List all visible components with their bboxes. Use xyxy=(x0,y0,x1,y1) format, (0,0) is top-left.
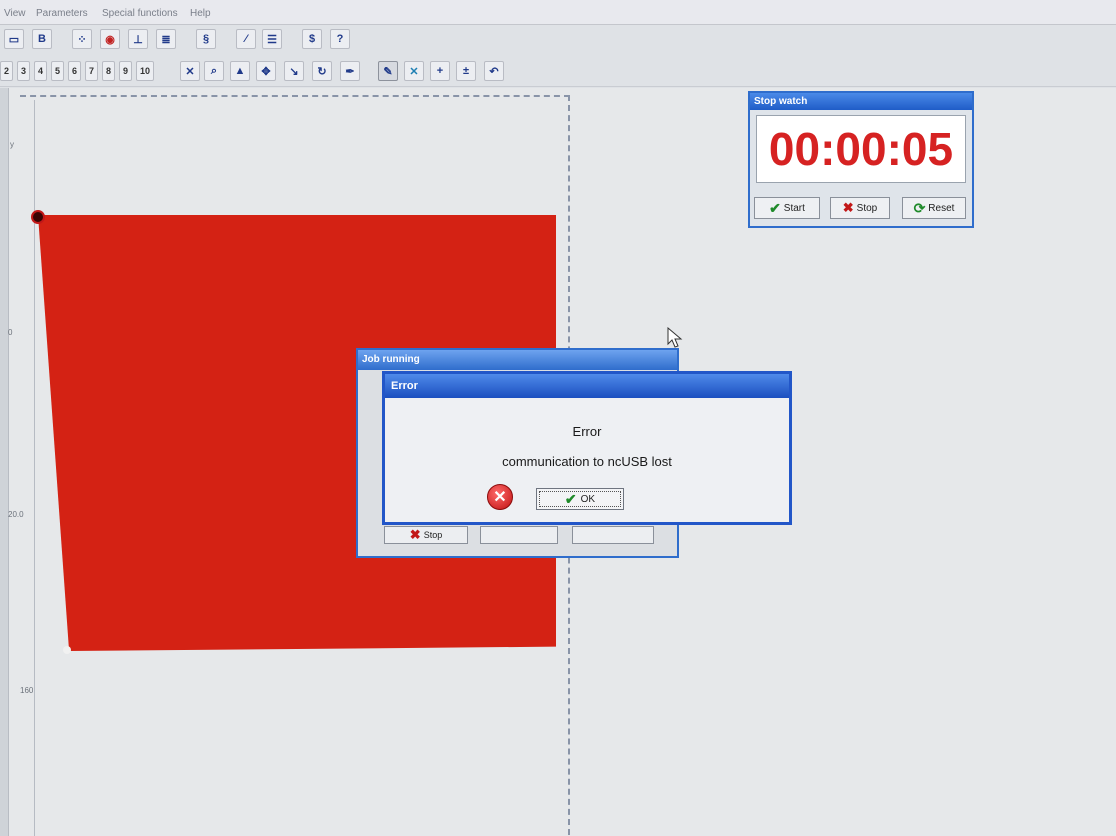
ok-button[interactable]: ✔ OK xyxy=(536,488,624,510)
menu-view[interactable]: View xyxy=(4,8,26,19)
start-label: Start xyxy=(783,202,805,214)
checkmark-icon: ✔ xyxy=(769,199,781,216)
ruler-label-0: 0 xyxy=(8,328,13,337)
reset-label: Reset xyxy=(928,202,955,214)
stopwatch-time: 00:00:05 xyxy=(756,115,966,183)
help-icon[interactable]: ? xyxy=(330,29,350,49)
job-running-title: Job running xyxy=(358,350,677,370)
job-button-3[interactable] xyxy=(572,526,654,544)
ok-checkmark-icon: ✔ xyxy=(564,490,577,507)
bold-b-icon[interactable]: B xyxy=(32,29,52,49)
error-dialog-title: Error xyxy=(385,374,789,398)
tool-s-icon[interactable]: § xyxy=(196,29,216,49)
menu-parameters[interactable]: Parameters xyxy=(36,8,88,19)
job-stop-label: Stop xyxy=(423,530,443,540)
rotate-icon[interactable]: ↻ xyxy=(312,61,332,81)
menu-bar: View Parameters Special functions Help xyxy=(0,0,1116,25)
start-point-marker[interactable] xyxy=(31,210,45,224)
wand-icon[interactable]: ⁄ xyxy=(236,29,256,49)
ruler-label-y: y xyxy=(10,140,14,149)
pin-icon[interactable]: ⊥ xyxy=(128,29,148,49)
stopwatch-start-button[interactable]: ✔ Start xyxy=(754,197,820,219)
error-message: communication to ncUSB lost xyxy=(502,454,672,469)
secondary-toolbar: 2 3 4 5 6 7 8 9 10 ✕ ⌕ ▲ ✥ ↘ ↻ ✒ ✎ ✕ + ±… xyxy=(0,58,1116,87)
stopwatch-stop-button[interactable]: ✖ Stop xyxy=(830,197,890,219)
corner-node[interactable] xyxy=(63,646,71,654)
error-dialog: Error Error communication to ncUSB lost … xyxy=(382,371,792,525)
pen-8-button[interactable]: 8 xyxy=(102,61,115,81)
pen-5-button[interactable]: 5 xyxy=(51,61,64,81)
stop-x-icon: ✖ xyxy=(842,200,854,215)
pen-10-button[interactable]: 10 xyxy=(136,61,154,81)
ok-label: OK xyxy=(580,493,596,505)
zoom-icon[interactable]: ⌕ xyxy=(204,61,224,81)
list-icon[interactable]: ☰ xyxy=(262,29,282,49)
move-up-icon[interactable]: ▲ xyxy=(230,61,250,81)
stopwatch-reset-button[interactable]: ⟳ Reset xyxy=(902,197,966,219)
open-file-icon[interactable]: ▭ xyxy=(4,29,24,49)
undo-icon[interactable]: ↶ xyxy=(484,61,504,81)
pen-6-button[interactable]: 6 xyxy=(68,61,81,81)
vertical-ruler xyxy=(0,88,9,836)
job-stop-x-icon: ✖ xyxy=(409,527,421,542)
job-stop-button[interactable]: ✖ Stop xyxy=(384,526,468,544)
color-wheel-icon[interactable]: ◉ xyxy=(100,29,120,49)
pen-tool-icon[interactable]: ✒ xyxy=(340,61,360,81)
stopwatch-title: Stop watch xyxy=(750,93,972,110)
mouse-cursor-icon xyxy=(667,327,683,348)
job-button-2[interactable] xyxy=(480,526,558,544)
dollar-tool-icon[interactable]: $ xyxy=(302,29,322,49)
stopwatch-window: Stop watch 00:00:05 ✔ Start ✖ Stop ⟳ Res… xyxy=(748,91,974,228)
pen-2-button[interactable]: 2 xyxy=(0,61,13,81)
pen-7-button[interactable]: 7 xyxy=(85,61,98,81)
reset-arrows-icon: ⟳ xyxy=(913,199,926,216)
menu-special-functions[interactable]: Special functions xyxy=(102,8,178,19)
add-segment-icon[interactable]: ± xyxy=(456,61,476,81)
line-tool-icon[interactable]: ↘ xyxy=(284,61,304,81)
move-all-icon[interactable]: ✥ xyxy=(256,61,276,81)
stop-label: Stop xyxy=(856,202,878,214)
menu-help[interactable]: Help xyxy=(190,8,211,19)
draw-mode-icon[interactable]: ✎ xyxy=(378,61,398,81)
pen-3-button[interactable]: 3 xyxy=(17,61,30,81)
error-heading: Error xyxy=(572,424,602,439)
pen-4-button[interactable]: 4 xyxy=(34,61,47,81)
scatter-icon[interactable]: ⁘ xyxy=(72,29,92,49)
pen-9-button[interactable]: 9 xyxy=(119,61,132,81)
cancel-cyan-icon[interactable]: ✕ xyxy=(404,61,424,81)
add-node-icon[interactable]: + xyxy=(430,61,450,81)
main-toolbar: ▭ B ⁘ ◉ ⊥ ≣ § ⁄ ☰ $ ? xyxy=(0,26,1116,54)
layers-icon[interactable]: ≣ xyxy=(156,29,176,49)
error-x-icon: ✕ xyxy=(487,484,513,510)
delete-x-icon[interactable]: ✕ xyxy=(180,61,200,81)
